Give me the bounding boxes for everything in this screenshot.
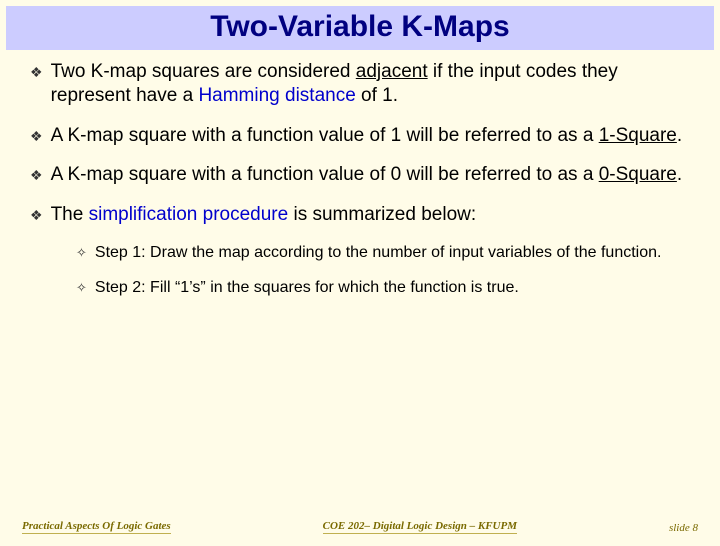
bullet-1: ❖ Two K-map squares are considered adjac…	[30, 60, 690, 108]
text-fragment: A K-map square with a function value of …	[51, 125, 599, 146]
diamond-bullet-icon: ❖	[30, 207, 43, 225]
highlighted-term: Hamming distance	[198, 85, 355, 106]
bullet-2-text: A K-map square with a function value of …	[51, 124, 690, 148]
diamond-bullet-icon: ❖	[30, 128, 43, 146]
underlined-term: adjacent	[356, 61, 428, 82]
bullet-3: ❖ A K-map square with a function value o…	[30, 163, 690, 187]
bullet-2: ❖ A K-map square with a function value o…	[30, 124, 690, 148]
step-1: ✧ Step 1: Draw the map according to the …	[76, 243, 690, 264]
step-2-text: Step 2: Fill “1’s” in the squares for wh…	[95, 278, 519, 299]
footer-right: slide 8	[669, 522, 698, 534]
text-fragment: is summarized below:	[288, 204, 476, 225]
highlighted-term: simplification procedure	[89, 204, 289, 225]
bullet-1-text: Two K-map squares are considered adjacen…	[51, 60, 690, 108]
text-fragment: Two K-map squares are considered	[51, 61, 356, 82]
slide-footer: Practical Aspects Of Logic Gates COE 202…	[0, 520, 720, 534]
cross-bullet-icon: ✧	[76, 245, 87, 262]
cross-bullet-icon: ✧	[76, 280, 87, 297]
text-fragment: of 1.	[356, 85, 398, 106]
text-fragment: .	[677, 125, 682, 146]
text-fragment: A K-map square with a function value of …	[51, 164, 599, 185]
underlined-term: 0-Square	[599, 164, 677, 185]
text-fragment: The	[51, 204, 89, 225]
underlined-term: 1-Square	[599, 125, 677, 146]
text-fragment: .	[677, 164, 682, 185]
bullet-3-text: A K-map square with a function value of …	[51, 163, 690, 187]
step-2: ✧ Step 2: Fill “1’s” in the squares for …	[76, 278, 690, 299]
footer-left: Practical Aspects Of Logic Gates	[22, 520, 171, 534]
slide-title: Two-Variable K-Maps	[210, 10, 510, 43]
diamond-bullet-icon: ❖	[30, 167, 43, 185]
step-1-text: Step 1: Draw the map according to the nu…	[95, 243, 662, 264]
bullet-4: ❖ The simplification procedure is summar…	[30, 203, 690, 227]
footer-center: COE 202– Digital Logic Design – KFUPM	[323, 520, 517, 534]
diamond-bullet-icon: ❖	[30, 64, 43, 82]
step-list: ✧ Step 1: Draw the map according to the …	[30, 243, 690, 299]
bullet-4-text: The simplification procedure is summariz…	[51, 203, 690, 227]
title-bar: Two-Variable K-Maps	[6, 6, 714, 50]
slide-content: ❖ Two K-map squares are considered adjac…	[0, 50, 720, 298]
